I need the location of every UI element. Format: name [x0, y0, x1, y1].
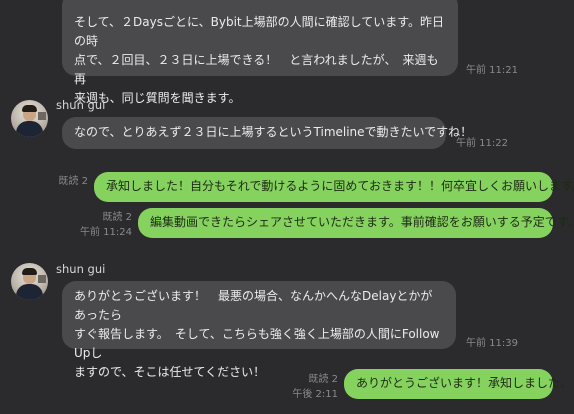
read-receipt: 既読 2 [308, 374, 338, 385]
message-bubble-incoming[interactable]: なので、とりあえず２３日に上場するというTimelineで動きたいですね！ [62, 117, 472, 149]
sender-name: shun gui [56, 262, 106, 276]
message-bubble-outgoing[interactable]: ありがとうございます！承知しました。 [344, 369, 572, 399]
message-bubble-incoming[interactable]: そして、２Daysごとに、Bybit上場部の人間に確認しています。昨日の時 点で… [62, 0, 458, 105]
message-timestamp: 午前 11:21 [466, 65, 518, 76]
message-timestamp: 午前 11:24 [80, 227, 132, 238]
avatar[interactable] [11, 263, 48, 300]
message-bubble-outgoing[interactable]: 編集動画できたらシェアさせていただきます。事前確認をお願いする予定です。 [138, 208, 574, 238]
message-timestamp: 午後 2:11 [292, 389, 338, 400]
message-timestamp: 午前 11:39 [466, 338, 518, 349]
message-timestamp: 午前 11:22 [456, 138, 508, 149]
avatar[interactable] [11, 100, 48, 137]
read-receipt: 既読 2 [58, 176, 88, 187]
message-bubble-outgoing[interactable]: 承知しました！自分もそれで動けるように固めておきます！！何卒宜しくお願いします。 [94, 172, 574, 202]
message-bubble-incoming[interactable]: ありがとうございます！ 最悪の場合、なんかへんなDelayとかがあったら すぐ報… [62, 281, 456, 379]
read-receipt: 既読 2 [102, 212, 132, 223]
sender-name: shun gui [56, 98, 106, 112]
